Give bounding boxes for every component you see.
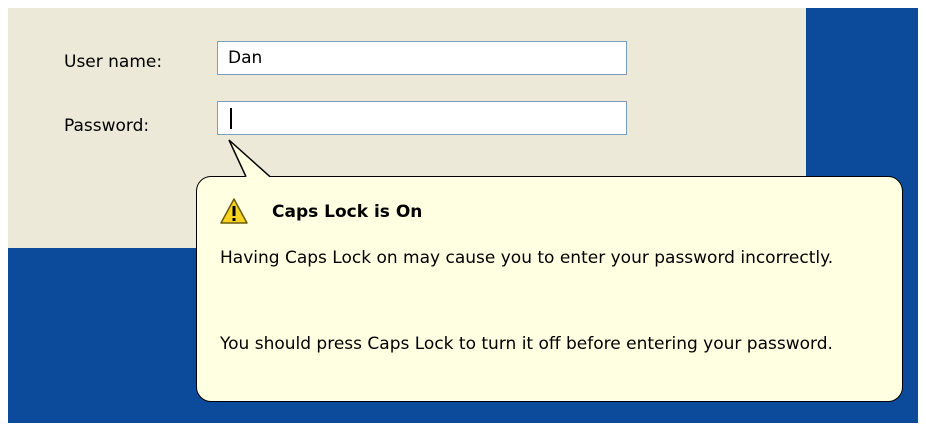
balloon-title: Caps Lock is On bbox=[272, 202, 423, 222]
password-field[interactable] bbox=[217, 101, 627, 135]
username-field[interactable]: Dan bbox=[217, 41, 627, 75]
balloon-message-1: Having Caps Lock on may cause you to ent… bbox=[220, 248, 834, 268]
text-caret bbox=[230, 108, 232, 129]
username-label: User name: bbox=[64, 52, 163, 72]
balloon-message-2: You should press Caps Lock to turn it of… bbox=[220, 334, 833, 354]
warning-icon bbox=[220, 198, 248, 224]
password-label: Password: bbox=[64, 116, 150, 136]
